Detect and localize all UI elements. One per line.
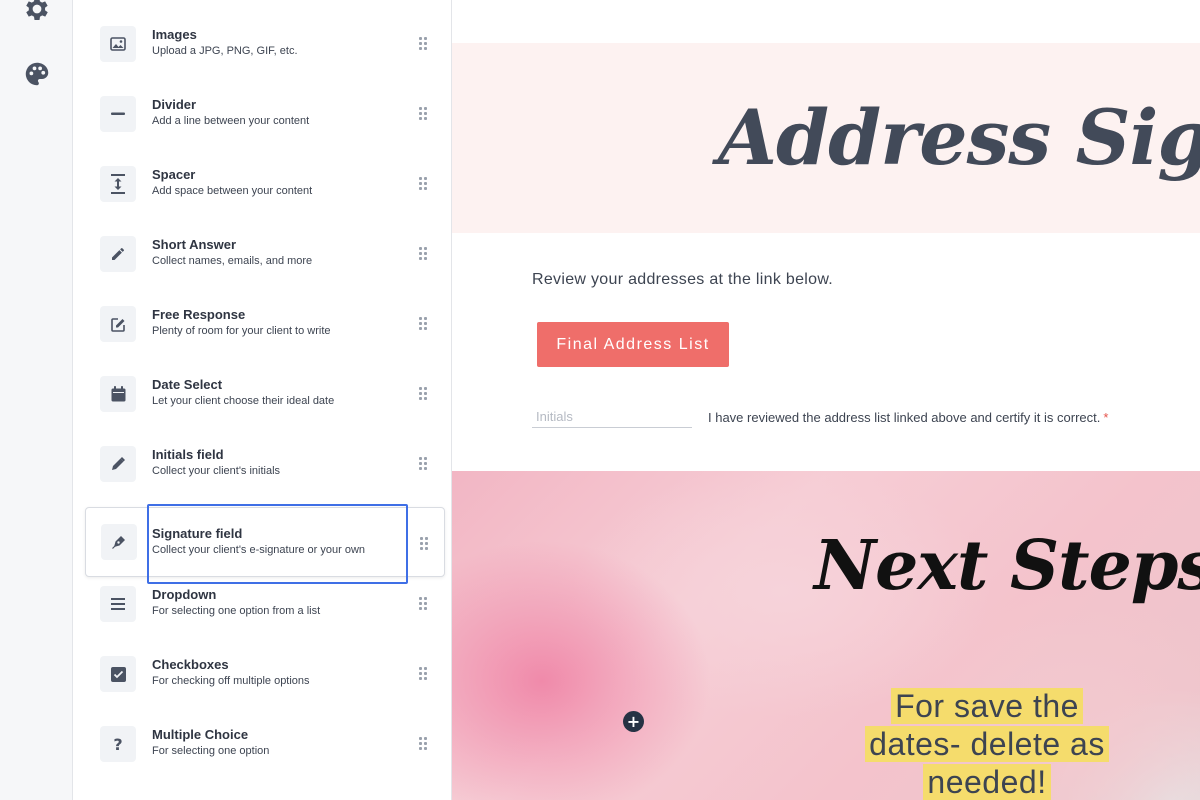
element-item-description: For selecting one option from a list	[152, 605, 321, 617]
final-address-list-button[interactable]: Final Address List	[537, 322, 729, 367]
drag-handle-icon[interactable]	[419, 247, 429, 261]
drag-handle-icon[interactable]	[419, 387, 429, 401]
note-line: For save the	[891, 688, 1083, 724]
element-item-description: Add space between your content	[152, 185, 313, 197]
pen-icon	[100, 446, 136, 482]
element-item-divider[interactable]: Divider Add a line between your content	[85, 79, 445, 149]
element-item-short-answer[interactable]: Short Answer Collect names, emails, and …	[85, 219, 445, 289]
element-item-title: Checkboxes	[152, 657, 229, 672]
required-marker: *	[1103, 410, 1109, 425]
element-item-description: Collect your client's e-signature or you…	[152, 544, 366, 556]
add-block-button[interactable]: +	[623, 711, 644, 732]
question-icon: ?	[100, 726, 136, 762]
minus-icon	[100, 96, 136, 132]
title-section[interactable]: Address Sign-Off	[452, 43, 1200, 233]
drag-handle-icon[interactable]	[420, 537, 430, 551]
pencil-icon	[100, 236, 136, 272]
fountain-pen-icon	[101, 524, 137, 560]
element-item-title: Initials field	[152, 447, 224, 462]
element-item-title: Free Response	[152, 307, 246, 322]
list-icon	[100, 586, 136, 622]
note-line: needed!	[923, 764, 1051, 800]
element-item-title: Short Answer	[152, 237, 237, 252]
drag-handle-icon[interactable]	[419, 597, 429, 611]
element-item-description: Collect your client's initials	[152, 465, 281, 477]
element-item-description: For checking off multiple options	[152, 675, 310, 687]
element-item-description: Add a line between your content	[152, 115, 310, 127]
initials-input[interactable]	[532, 406, 692, 428]
canvas-top-spacer	[452, 0, 1200, 43]
spacer-icon	[100, 166, 136, 202]
element-item-title: Signature field	[152, 526, 243, 541]
drag-handle-icon[interactable]	[419, 317, 429, 331]
element-item-title: Multiple Choice	[152, 727, 249, 742]
element-item-title: Date Select	[152, 377, 223, 392]
element-item-images[interactable]: Images Upload a JPG, PNG, GIF, etc.	[85, 9, 445, 79]
element-item-multiple-choice[interactable]: ? Multiple Choice For selecting one opti…	[85, 709, 445, 779]
element-item-description: Collect names, emails, and more	[152, 255, 313, 267]
element-item-description: Upload a JPG, PNG, GIF, etc.	[152, 45, 298, 57]
review-text: Review your addresses at the link below.	[532, 271, 834, 288]
drag-handle-icon[interactable]	[419, 107, 429, 121]
gear-icon[interactable]	[22, 0, 52, 24]
next-steps-heading: Next Steps	[814, 526, 1200, 606]
element-item-description: For selecting one option	[152, 745, 270, 757]
elements-panel: Images Upload a JPG, PNG, GIF, etc. Divi…	[73, 0, 452, 800]
palette-icon[interactable]	[22, 59, 52, 89]
next-steps-section[interactable]: Next Steps For save the dates- delete as…	[452, 471, 1200, 800]
edit-box-icon	[100, 306, 136, 342]
drag-handle-icon[interactable]	[419, 37, 429, 51]
drag-handle-icon[interactable]	[419, 737, 429, 751]
element-item-title: Dropdown	[152, 587, 217, 602]
image-icon	[100, 26, 136, 62]
note-line: dates- delete as	[865, 726, 1109, 762]
highlighted-note: For save the dates- delete as needed!	[832, 687, 1142, 800]
certify-statement: I have reviewed the address list linked …	[708, 410, 1108, 425]
element-item-date-select[interactable]: Date Select Let your client choose their…	[85, 359, 445, 429]
element-item-signature-field[interactable]: Signature field Collect your client's e-…	[85, 507, 445, 577]
element-item-initials-field[interactable]: Initials field Collect your client's ini…	[85, 429, 445, 499]
element-item-dropdown[interactable]: Dropdown For selecting one option from a…	[85, 569, 445, 639]
calendar-icon	[100, 376, 136, 412]
page-heading: Address Sign-Off	[718, 93, 1200, 182]
element-item-free-response[interactable]: Free Response Plenty of room for your cl…	[85, 289, 445, 359]
drag-handle-icon[interactable]	[419, 457, 429, 471]
drag-handle-icon[interactable]	[419, 177, 429, 191]
element-item-spacer[interactable]: Spacer Add space between your content	[85, 149, 445, 219]
element-item-title: Images	[152, 27, 197, 42]
element-item-description: Plenty of room for your client to write	[152, 325, 331, 337]
element-item-title: Spacer	[152, 167, 196, 182]
icon-rail	[0, 0, 73, 800]
certify-text: I have reviewed the address list linked …	[708, 410, 1101, 425]
drag-handle-icon[interactable]	[419, 667, 429, 681]
element-item-checkboxes[interactable]: Checkboxes For checking off multiple opt…	[85, 639, 445, 709]
document-canvas: Address Sign-Off Review your addresses a…	[452, 0, 1200, 800]
element-item-title: Divider	[152, 97, 197, 112]
element-item-description: Let your client choose their ideal date	[152, 395, 335, 407]
checkbox-icon	[100, 656, 136, 692]
